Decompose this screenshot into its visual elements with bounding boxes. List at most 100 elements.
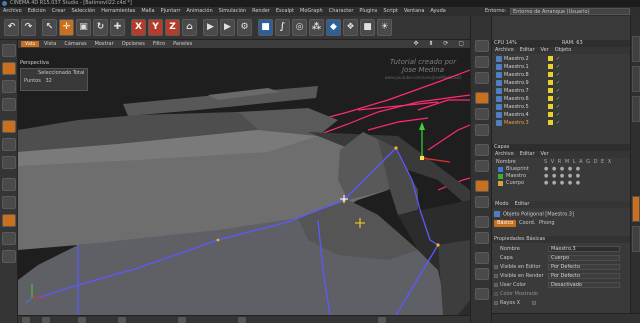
layers-menu-ver[interactable]: Ver <box>538 151 552 158</box>
capa-dropdown[interactable]: Cuerpo <box>548 255 620 261</box>
menu-render[interactable]: Render <box>249 7 273 16</box>
menu-simulacion[interactable]: Simulación <box>216 7 249 16</box>
enable-axis-button[interactable] <box>2 178 16 191</box>
scene-button[interactable]: ❖ <box>343 19 358 36</box>
lock-workplane-button[interactable] <box>2 250 16 263</box>
attributes-menu-editar[interactable]: Editar <box>512 201 533 208</box>
palette-button-13[interactable] <box>475 252 489 264</box>
palette-button-2[interactable] <box>475 56 489 68</box>
side-tab-objects[interactable] <box>632 36 640 62</box>
object-row[interactable]: Maestro.9 ✓ <box>492 79 630 87</box>
animate-checkbox[interactable] <box>494 301 498 305</box>
attributes-menu-modo[interactable]: Modo <box>492 201 512 208</box>
object-row[interactable]: Maestro.2 ✓ <box>492 55 630 63</box>
animate-checkbox[interactable] <box>494 292 498 296</box>
palette-button-10[interactable] <box>475 196 489 208</box>
layer-flags[interactable]: ● ● ● ● ● <box>544 180 581 187</box>
texture-mode-button[interactable] <box>2 80 16 93</box>
visibility-check-icon[interactable]: ✓ <box>556 87 560 95</box>
palette-button-1[interactable] <box>475 40 489 52</box>
object-row[interactable]: Maestro.4 ✓ <box>492 111 630 119</box>
palette-button-6[interactable] <box>475 124 489 136</box>
visibility-check-icon[interactable]: ✓ <box>556 71 560 79</box>
layout-dropdown[interactable]: Entorno de Arranque (Usuario) <box>510 8 630 15</box>
render-settings-button[interactable]: ⚙ <box>237 19 252 36</box>
timeline-next-icon[interactable] <box>118 317 126 323</box>
viewport-menu-vista[interactable]: Vista <box>40 40 60 48</box>
visible-editor-dropdown[interactable]: Por Defecto <box>548 264 620 270</box>
objects-menu-archivo[interactable]: Archivo <box>492 47 517 54</box>
viewport-menu-mostrar[interactable]: Mostrar <box>91 40 118 48</box>
animate-checkbox[interactable] <box>494 283 498 287</box>
viewport-menu-camaras[interactable]: Cámaras <box>60 40 90 48</box>
deformer-button[interactable]: ◆ <box>326 19 341 36</box>
tab-phong[interactable]: Phong <box>536 220 558 227</box>
rayos-x-checkbox[interactable] <box>532 301 536 305</box>
palette-button-9[interactable] <box>475 180 489 192</box>
viewport-menu-opciones[interactable]: Opciones <box>118 40 149 48</box>
recent-tool-button[interactable]: ✚ <box>110 19 125 36</box>
visibility-check-icon[interactable]: ✓ <box>556 63 560 71</box>
layer-row[interactable]: Maestro ● ● ● ● ● <box>492 173 630 180</box>
viewport-menu-filtro[interactable]: Filtro <box>149 40 169 48</box>
z-axis-button[interactable]: Z <box>165 19 180 36</box>
orbit-icon[interactable]: ⟳ <box>439 40 452 48</box>
layers-menu-archivo[interactable]: Archivo <box>492 151 517 158</box>
polygons-mode-button[interactable] <box>2 156 16 169</box>
menu-archivo[interactable]: Archivo <box>0 7 25 16</box>
menu-herramientas[interactable]: Herramientas <box>98 7 138 16</box>
coordinate-system-button[interactable]: ⌂ <box>182 19 197 36</box>
redo-button[interactable]: ↷ <box>21 19 36 36</box>
layers-menu-editar[interactable]: Editar <box>517 151 538 158</box>
y-axis-button[interactable]: Y <box>148 19 163 36</box>
menu-ventana[interactable]: Ventana <box>401 7 428 16</box>
timeline-record-icon[interactable] <box>178 317 186 323</box>
menu-script[interactable]: Script <box>380 7 401 16</box>
visibility-check-icon[interactable]: ✓ <box>556 95 560 103</box>
move-tool-button[interactable]: ✛ <box>59 19 74 36</box>
palette-button-12[interactable] <box>475 232 489 244</box>
maximize-icon[interactable]: ▢ <box>454 40 468 48</box>
timeline-prev-icon[interactable] <box>42 317 50 323</box>
layer-flags[interactable]: ● ● ● ● ● <box>544 166 581 173</box>
light-button[interactable]: ☀ <box>377 19 392 36</box>
render-picture-button[interactable]: ▶ <box>220 19 235 36</box>
workplane-button[interactable] <box>2 232 16 245</box>
visible-render-dropdown[interactable]: Por Defecto <box>548 273 620 279</box>
visibility-check-icon[interactable]: ✓ <box>556 55 560 63</box>
make-editable-button[interactable] <box>2 44 16 57</box>
scale-tool-button[interactable]: ▣ <box>76 19 91 36</box>
menu-pjuntarr[interactable]: Pjuntarr <box>158 7 184 16</box>
side-tab-attributes[interactable] <box>632 196 640 222</box>
tab-coord[interactable]: Coord. <box>516 220 538 227</box>
objects-menu-ver[interactable]: Ver <box>538 47 552 54</box>
visibility-check-icon[interactable]: ✓ <box>556 79 560 87</box>
visibility-check-icon[interactable]: ✓ <box>556 119 560 127</box>
menu-escalpt[interactable]: Escalpt <box>273 7 297 16</box>
usar-color-dropdown[interactable]: Desactivado <box>548 282 620 288</box>
undo-button[interactable]: ↶ <box>4 19 19 36</box>
viewport-menu-paneles[interactable]: Paneles <box>169 40 196 48</box>
timeline-play-icon[interactable] <box>78 317 86 323</box>
object-row[interactable]: Maestro.1 ✓ <box>492 63 630 71</box>
object-row[interactable]: Maestro.7 ✓ <box>492 87 630 95</box>
layer-row[interactable]: Blueprint ● ● ● ● ● <box>492 166 630 173</box>
menu-animacion[interactable]: Animación <box>183 7 215 16</box>
animate-checkbox[interactable] <box>494 274 498 278</box>
menu-malla[interactable]: Malla <box>138 7 157 16</box>
objects-menu-objeto[interactable]: Objeto <box>552 47 575 54</box>
menu-crear[interactable]: Crear <box>49 7 69 16</box>
layer-row[interactable]: Cuerpo ● ● ● ● ● <box>492 180 630 187</box>
palette-button-14[interactable] <box>475 268 489 280</box>
palette-button-3[interactable] <box>475 72 489 84</box>
menu-seleccion[interactable]: Selección <box>68 7 98 16</box>
nombre-field[interactable]: Maestro.3 <box>548 246 620 252</box>
render-view-button[interactable]: ▶ <box>203 19 218 36</box>
pan-icon[interactable]: ✥ <box>409 40 422 48</box>
menu-ayuda[interactable]: Ayuda <box>427 7 448 16</box>
array-button[interactable]: ⁂ <box>309 19 324 36</box>
palette-button-7[interactable] <box>475 144 489 156</box>
side-tab-content[interactable] <box>632 66 640 92</box>
dolly-icon[interactable]: ⬍ <box>424 40 437 48</box>
side-tab-layers[interactable] <box>632 226 640 252</box>
